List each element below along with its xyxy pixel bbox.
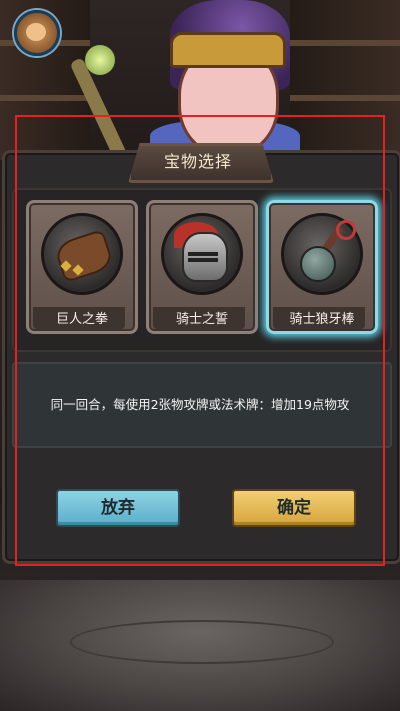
confirm-button[interactable]: 确定: [232, 489, 356, 527]
shelf-board: [0, 95, 90, 101]
spiked-mace-icon: [281, 213, 363, 295]
shelf-board: [290, 95, 400, 101]
treasure-card-label: 巨人之拳: [55, 312, 108, 327]
shelf-board: [290, 40, 400, 46]
floor-ring: [70, 620, 334, 664]
gauntlet-icon: [41, 213, 123, 295]
treasure-card-knight-mace[interactable]: 骑士狼牙棒: [266, 200, 378, 334]
treasure-card-giant-fist[interactable]: 巨人之拳: [26, 200, 138, 334]
treasure-card-label: 骑士狼牙棒: [289, 312, 355, 327]
mace-strap: [336, 220, 356, 240]
merchant-crown-illustration: [170, 32, 286, 68]
mace-head: [300, 246, 336, 282]
dialog-title: 宝物选择: [163, 152, 232, 171]
helmet-visor: [188, 252, 218, 256]
treasure-description: 同一回合，每使用2张物攻牌或法术牌：增加19点物攻: [50, 397, 350, 412]
right-shelf: [290, 0, 400, 160]
player-avatar-icon[interactable]: [14, 10, 60, 56]
treasure-card-knight-oath[interactable]: 骑士之誓: [146, 200, 258, 334]
avatar-face: [26, 23, 46, 41]
give-up-button[interactable]: 放弃: [56, 489, 180, 527]
staff-gem-illustration: [85, 45, 115, 75]
treasure-card-label: 骑士之誓: [175, 312, 228, 327]
gauntlet-shape: [53, 228, 115, 284]
knight-helmet-icon: [161, 213, 243, 295]
helmet-shape: [182, 232, 228, 282]
